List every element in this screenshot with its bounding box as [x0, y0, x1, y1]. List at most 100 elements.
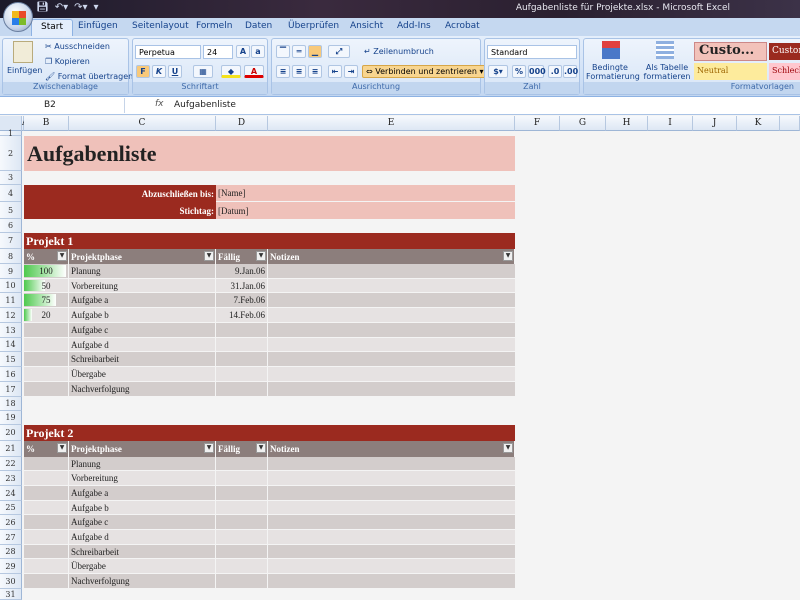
percent-cell[interactable] — [24, 471, 68, 485]
percent-cell[interactable] — [24, 323, 68, 337]
formula-input[interactable]: Aufgabenliste — [174, 100, 236, 110]
phase-cell[interactable]: Aufgabe b — [69, 501, 215, 514]
tab-ueberpruefen[interactable]: Überprüfen — [288, 21, 339, 31]
percent-cell[interactable] — [24, 457, 68, 470]
notes-cell[interactable] — [268, 323, 515, 337]
row-header-5[interactable]: 5 — [0, 202, 22, 219]
row-header-23[interactable]: 23 — [0, 471, 22, 486]
row-header-8[interactable]: 8 — [0, 249, 22, 264]
due-cell[interactable] — [216, 338, 267, 351]
insert-function-icon[interactable]: fx — [155, 99, 164, 109]
grow-font-icon[interactable]: A — [236, 45, 250, 58]
phase-cell[interactable]: Aufgabe d — [69, 338, 215, 351]
row-header-28[interactable]: 28 — [0, 545, 22, 559]
align-top-icon[interactable]: ▔ — [276, 45, 290, 58]
row-header-7[interactable]: 7 — [0, 233, 22, 249]
notes-cell[interactable] — [268, 338, 515, 351]
row-header-20[interactable]: 20 — [0, 425, 22, 441]
row-header-10[interactable]: 10 — [0, 279, 22, 293]
due-cell[interactable]: 14.Feb.06 — [216, 308, 267, 322]
filter-dropdown-icon[interactable]: ▼ — [256, 443, 266, 453]
due-cell[interactable] — [216, 471, 267, 485]
due-cell[interactable] — [216, 530, 267, 544]
phase-cell[interactable]: Übergabe — [69, 367, 215, 381]
italic-button[interactable]: K — [152, 65, 166, 78]
phase-cell[interactable]: Aufgabe a — [69, 293, 215, 307]
due-cell[interactable]: 31.Jan.06 — [216, 279, 267, 292]
column-header-D[interactable]: D — [216, 116, 268, 131]
row-header-11[interactable]: 11 — [0, 293, 22, 308]
due-cell[interactable] — [216, 382, 267, 396]
redo-icon[interactable]: ↷▾ — [74, 2, 87, 16]
due-cell[interactable] — [216, 559, 267, 573]
align-middle-icon[interactable]: ═ — [292, 45, 306, 58]
percent-cell[interactable] — [24, 515, 68, 529]
due-cell[interactable] — [216, 515, 267, 529]
column-header-B[interactable]: B — [24, 116, 69, 131]
tab-formeln[interactable]: Formeln — [196, 21, 232, 31]
notes-cell[interactable] — [268, 471, 515, 485]
conditional-format-button[interactable]: Bedingte Formatierung — [586, 63, 634, 81]
percent-cell[interactable]: 50 — [24, 279, 68, 292]
notes-cell[interactable] — [268, 501, 515, 514]
phase-cell[interactable]: Planung — [69, 457, 215, 470]
row-header-2[interactable]: 2 — [0, 136, 22, 171]
column-header-G[interactable]: G — [560, 116, 606, 131]
font-color-icon[interactable]: A — [244, 65, 264, 78]
column-header-H[interactable]: H — [606, 116, 648, 131]
due-cell[interactable] — [216, 367, 267, 381]
due-cell[interactable] — [216, 457, 267, 470]
due-cell[interactable] — [216, 486, 267, 500]
tab-seitenlayout[interactable]: Seitenlayout — [132, 21, 189, 31]
border-icon[interactable]: ▦ — [193, 65, 213, 78]
percent-cell[interactable] — [24, 338, 68, 351]
wrap-text-button[interactable]: ↵ Zeilenumbruch — [364, 47, 434, 56]
percent-cell[interactable] — [24, 574, 68, 588]
notes-cell[interactable] — [268, 530, 515, 544]
notes-cell[interactable] — [268, 559, 515, 573]
thousands-button[interactable]: 000 — [528, 65, 544, 78]
due-label[interactable]: Abzuschließen bis: — [24, 185, 216, 202]
row-header-26[interactable]: 26 — [0, 515, 22, 530]
sheet-title[interactable]: Aufgabenliste — [24, 136, 515, 171]
undo-icon[interactable]: ↶▾ — [55, 2, 68, 16]
percent-cell[interactable] — [24, 382, 68, 396]
decrease-decimal-icon[interactable]: .00 — [563, 65, 577, 78]
customize-qat-icon[interactable]: ▾ — [94, 2, 99, 16]
column-header-I[interactable]: I — [648, 116, 693, 131]
save-icon[interactable]: 💾︎ — [36, 2, 49, 16]
phase-cell[interactable]: Vorbereitung — [69, 279, 215, 292]
notes-cell[interactable] — [268, 545, 515, 558]
deadline-label[interactable]: Stichtag: — [24, 202, 216, 219]
tab-daten[interactable]: Daten — [245, 21, 272, 31]
increase-decimal-icon[interactable]: .0 — [548, 65, 562, 78]
filter-dropdown-icon[interactable]: ▼ — [204, 251, 214, 261]
phase-cell[interactable]: Übergabe — [69, 559, 215, 573]
column-header-partial[interactable] — [780, 116, 800, 131]
row-header-30[interactable]: 30 — [0, 574, 22, 589]
copy-button[interactable]: ❐ Kopieren — [45, 57, 90, 66]
row-header-22[interactable]: 22 — [0, 457, 22, 471]
phase-cell[interactable]: Aufgabe c — [69, 323, 215, 337]
row-header-12[interactable]: 12 — [0, 308, 22, 323]
underline-button[interactable]: U — [168, 65, 182, 78]
notes-cell[interactable] — [268, 382, 515, 396]
percent-cell[interactable]: 100 — [24, 264, 68, 278]
row-header-15[interactable]: 15 — [0, 352, 22, 367]
format-as-table-button[interactable]: Als Tabelle formatieren — [642, 63, 692, 81]
phase-cell[interactable]: Aufgabe c — [69, 515, 215, 529]
shrink-font-icon[interactable]: a — [251, 45, 265, 58]
style-bad[interactable]: Schlecht — [769, 63, 800, 80]
merge-center-button[interactable]: ⇔ Verbinden und zentrieren ▾ — [362, 65, 488, 78]
cut-button[interactable]: ✂ Ausschneiden — [45, 42, 110, 51]
fill-color-icon[interactable]: ◆ — [221, 65, 241, 78]
notes-cell[interactable] — [268, 457, 515, 470]
notes-cell[interactable] — [268, 367, 515, 381]
filter-dropdown-icon[interactable]: ▼ — [503, 443, 513, 453]
decrease-indent-icon[interactable]: ⇤ — [328, 65, 342, 78]
phase-cell[interactable]: Aufgabe b — [69, 308, 215, 322]
row-header-19[interactable]: 19 — [0, 411, 22, 425]
deadline-value[interactable]: [Datum] — [216, 202, 515, 219]
phase-cell[interactable]: Nachverfolgung — [69, 382, 215, 396]
percent-cell[interactable] — [24, 501, 68, 514]
